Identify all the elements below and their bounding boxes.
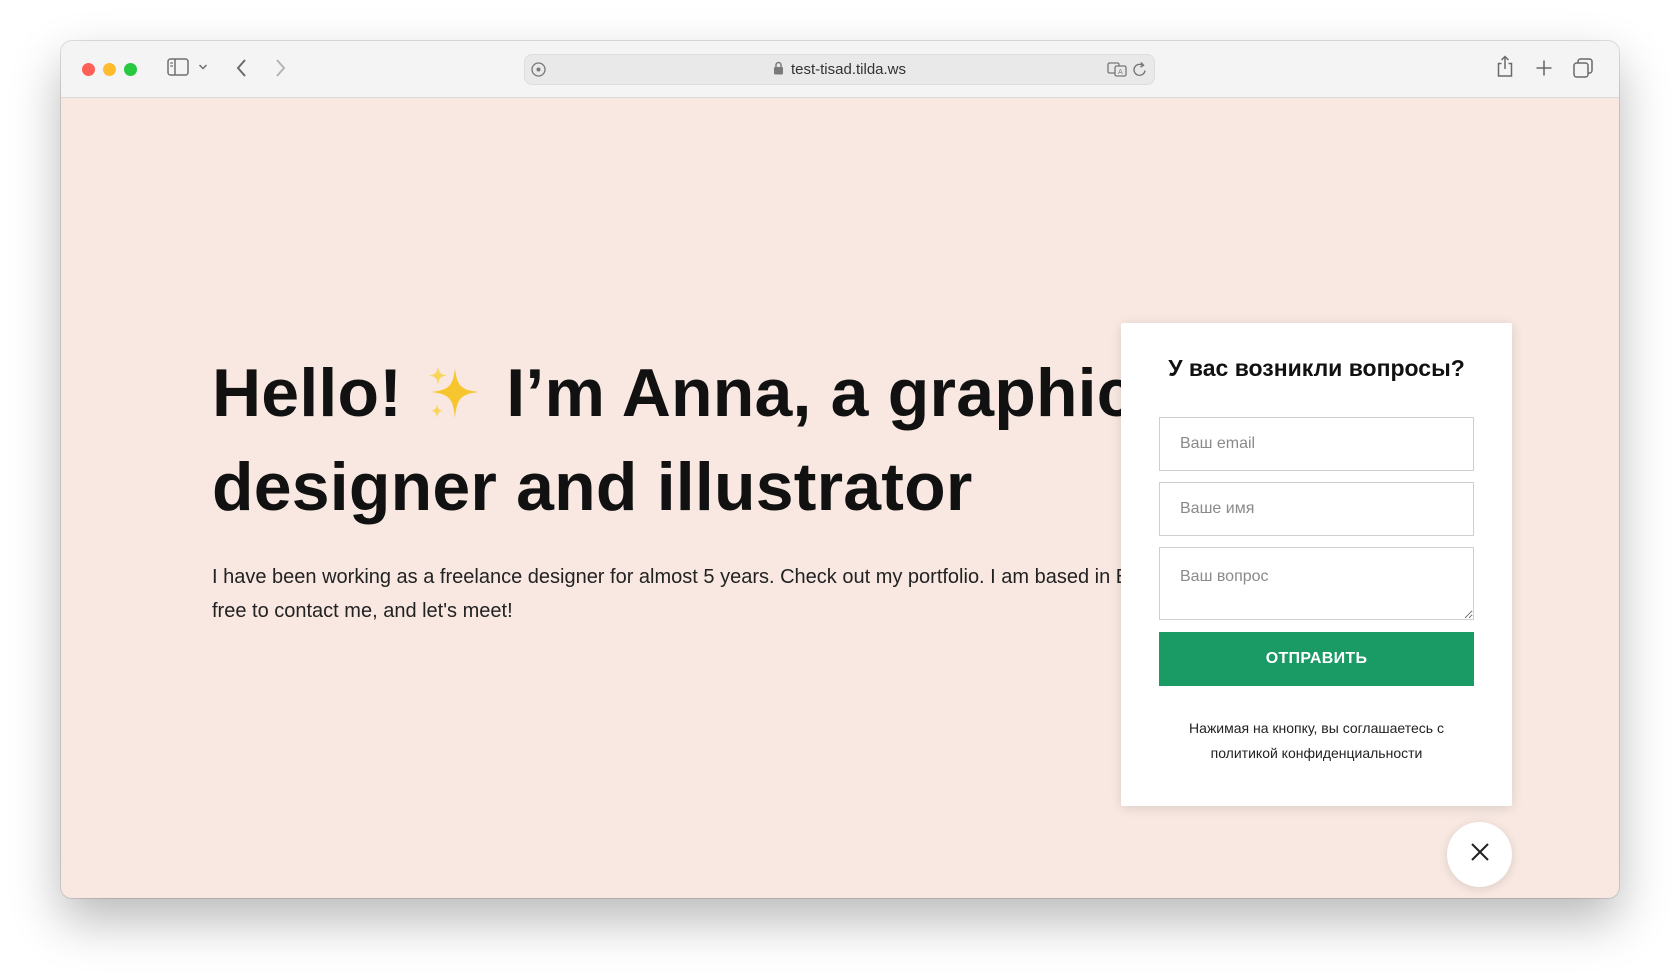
url-display: test-tisad.tilda.ws xyxy=(525,55,1154,84)
chevron-left-icon[interactable] xyxy=(236,58,248,78)
share-icon[interactable] xyxy=(1496,55,1514,78)
hero-title-line-2: designer and illustrator xyxy=(212,449,973,525)
consent-text: Нажимая на кнопку, вы соглашаетесь с пол… xyxy=(1161,716,1472,766)
page-content: Hello! I’m Anna, a graphic designer and … xyxy=(61,98,1619,898)
close-popup-button[interactable] xyxy=(1447,822,1512,887)
tab-overview-icon[interactable] xyxy=(1573,58,1593,78)
lock-icon xyxy=(773,61,784,79)
browser-toolbar: test-tisad.tilda.ws A xyxy=(61,41,1619,98)
consent-line-1: Нажимая на кнопку, вы соглашаетесь с xyxy=(1189,720,1444,736)
hero-title-line-1: Hello! I’m Anna, a graphic xyxy=(212,350,1192,444)
hero-description-line-2: free to contact me, and let's meet! xyxy=(212,600,513,622)
window-close-button[interactable] xyxy=(82,63,95,76)
browser-window: test-tisad.tilda.ws A Hello! I’m Anna, a… xyxy=(61,41,1619,898)
reload-icon[interactable] xyxy=(1132,61,1148,78)
window-maximize-button[interactable] xyxy=(124,63,137,76)
url-text: test-tisad.tilda.ws xyxy=(790,61,907,78)
contact-form-popup: У вас возникли вопросы? ОТПРАВИТЬ Нажима… xyxy=(1121,323,1512,806)
plus-icon[interactable] xyxy=(1535,59,1553,77)
sidebar-icon[interactable] xyxy=(167,58,189,76)
address-bar[interactable]: test-tisad.tilda.ws A xyxy=(524,54,1155,85)
submit-button[interactable]: ОТПРАВИТЬ xyxy=(1159,632,1474,686)
chevron-down-icon[interactable] xyxy=(198,63,208,71)
hero-title-greeting: Hello! xyxy=(212,355,403,431)
name-field[interactable] xyxy=(1159,482,1474,536)
hero-title: Hello! I’m Anna, a graphic designer and … xyxy=(212,350,1192,530)
form-title: У вас возникли вопросы? xyxy=(1168,355,1465,381)
sparkles-icon xyxy=(425,358,483,444)
hero-title-intro: I’m Anna, a graphic xyxy=(506,355,1135,431)
chevron-right-icon[interactable] xyxy=(274,58,286,78)
svg-text:A: A xyxy=(1118,68,1123,76)
email-field[interactable] xyxy=(1159,417,1474,471)
hero-description-line-1: I have been working as a freelance desig… xyxy=(212,566,1147,588)
privacy-policy-link[interactable]: политикой конфиденциальности xyxy=(1161,741,1472,766)
window-minimize-button[interactable] xyxy=(103,63,116,76)
translate-icon[interactable]: A xyxy=(1107,61,1128,78)
hero-description: I have been working as a freelance desig… xyxy=(212,560,1152,628)
close-icon xyxy=(1470,842,1490,867)
question-field[interactable] xyxy=(1159,547,1474,620)
